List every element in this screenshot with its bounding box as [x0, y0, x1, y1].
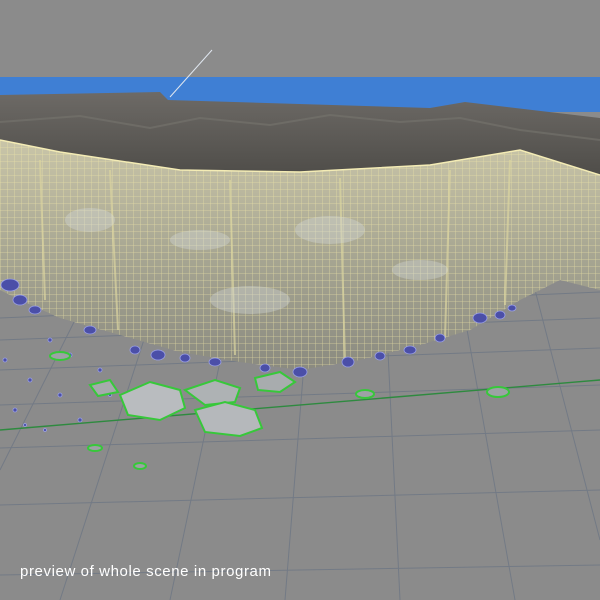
scene-canvas [0, 49, 600, 600]
3d-viewport[interactable]: preview of whole scene in program [0, 0, 600, 600]
caption: preview of whole scene in program [20, 563, 272, 580]
cliff-wireframe-mesh [0, 139, 600, 370]
selected-boulders [49, 351, 510, 470]
ground-axis-line [0, 379, 600, 431]
